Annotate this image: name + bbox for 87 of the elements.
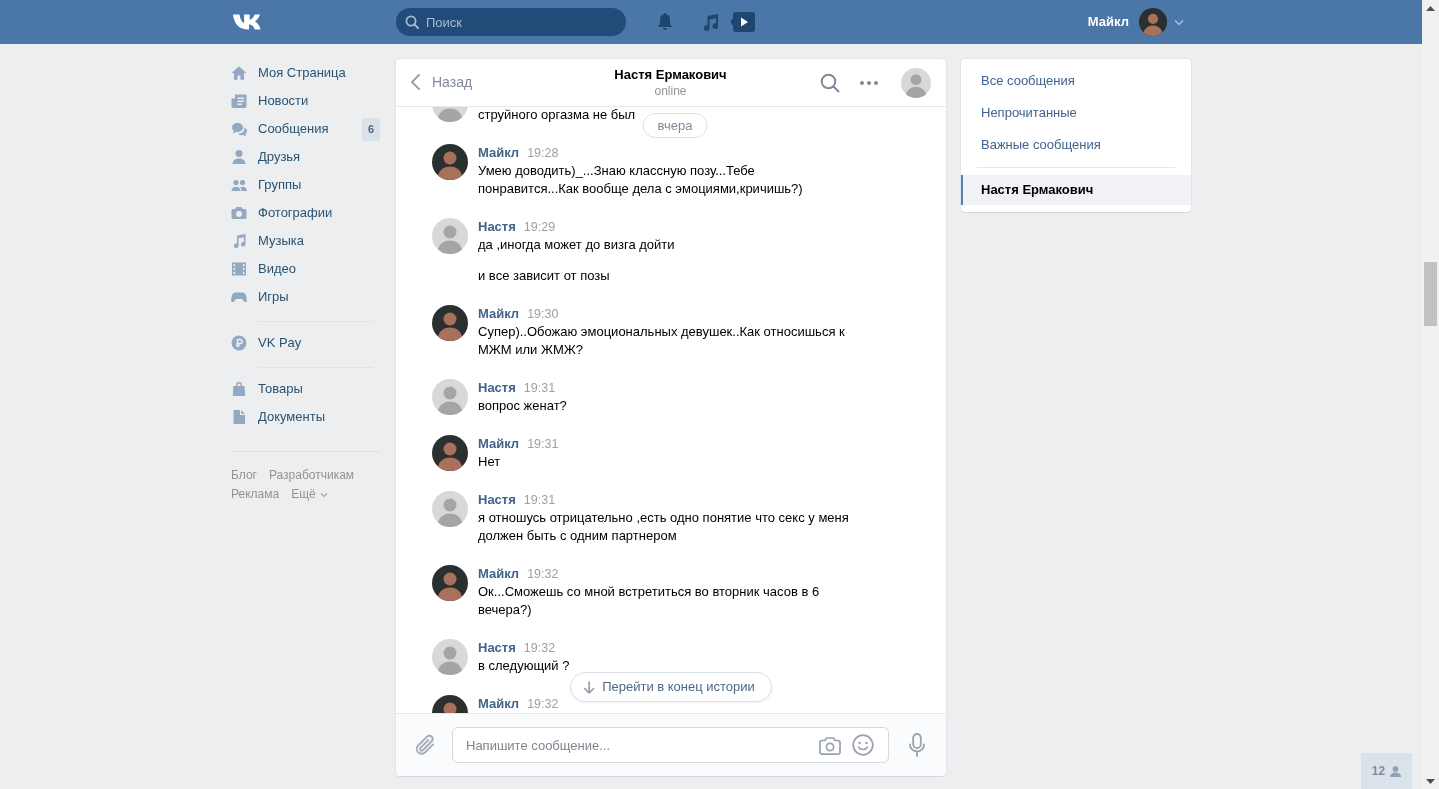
user-name[interactable]: Майкл — [1087, 13, 1129, 31]
scroll-up-icon[interactable] — [1426, 6, 1435, 11]
sender-name[interactable]: Настя — [478, 379, 516, 397]
message-text: Супер)..Обожаю эмоциональных девушек..Как относишься к МЖМ или ЖМЖ? — [478, 323, 846, 359]
message-text: в следующий ? — [478, 657, 570, 675]
user-avatar[interactable] — [432, 565, 468, 601]
paperclip-icon[interactable] — [414, 734, 436, 756]
message-time: 19:30 — [527, 306, 559, 323]
play-icon[interactable] — [731, 12, 755, 32]
more-icon[interactable] — [860, 80, 878, 85]
music-note-icon[interactable] — [701, 13, 719, 31]
sidebar-item[interactable]: Друзья — [231, 143, 380, 171]
sender-name[interactable]: Настя — [478, 491, 516, 509]
message-text: и все зависит от позы — [478, 267, 611, 285]
sender-name[interactable]: Майкл — [478, 695, 520, 713]
message-time: 19:29 — [523, 219, 556, 236]
date-divider: вчера — [642, 113, 708, 138]
message-text: Умею доводить)_...Знаю классную позу...Тебе понравится...Как вообще дела с эмоциями,кричишь?) — [478, 162, 804, 198]
message-text: струйного оргазма не был — [478, 107, 636, 124]
bag-icon — [231, 381, 247, 397]
message-time: 19:32 — [527, 696, 559, 713]
sidebar-item[interactable]: Группы — [231, 171, 380, 199]
sender-name[interactable]: Майкл — [478, 305, 520, 323]
sidebar-item[interactable]: Документы — [231, 403, 380, 431]
camera-icon — [231, 205, 247, 221]
sidebar-item[interactable]: Моя Страница — [231, 59, 380, 87]
unread-count-badge: 6 — [362, 117, 380, 141]
user-avatar[interactable] — [432, 305, 468, 341]
person-icon — [231, 149, 247, 165]
sender-name[interactable]: Майкл — [478, 435, 520, 453]
sender-name[interactable]: Майкл — [478, 565, 520, 583]
sidebar-item[interactable]: Музыка — [231, 227, 380, 255]
search-icon[interactable] — [820, 72, 840, 93]
message-input[interactable]: Напишите сообщение... — [452, 727, 889, 763]
sidebar-item[interactable]: Видео — [231, 255, 380, 283]
message-time: 19:32 — [527, 566, 559, 583]
message-text: да ,иногда может до визга дойти — [478, 236, 675, 254]
online-status: online — [653, 82, 688, 100]
sidebar-item[interactable]: Сообщения 6 — [231, 115, 380, 143]
message-time: 19:31 — [523, 380, 556, 397]
message-time: 19:31 — [523, 492, 556, 509]
sender-name[interactable]: Настя — [478, 639, 516, 657]
camera-icon[interactable] — [819, 735, 841, 755]
home-icon — [231, 65, 247, 81]
user-avatar[interactable] — [432, 435, 468, 471]
message-time: 19:32 — [523, 640, 556, 657]
chat-title[interactable]: Настя Ермакович — [614, 65, 727, 83]
message-text: я отношусь отрицательно ,есть одно понятие что секс у меня должен быть с одним партнером — [478, 509, 850, 545]
jump-to-end-button[interactable]: Перейти в конец истории — [570, 672, 772, 702]
message-text: Ок...Сможешь со мной встретиться во вторник часов в 6 вечера?) — [478, 583, 821, 619]
person-icon — [1390, 765, 1402, 777]
microphone-icon[interactable] — [909, 733, 925, 757]
ruble-icon — [231, 335, 247, 351]
people-icon — [231, 177, 247, 193]
scroll-down-icon[interactable] — [1426, 779, 1435, 784]
message-time: 19:28 — [527, 145, 559, 162]
chevron-down-icon[interactable] — [1174, 18, 1184, 26]
document-icon — [231, 409, 247, 425]
sidebar-item[interactable]: VK Pay — [231, 329, 380, 357]
music-note-icon — [231, 233, 247, 249]
menu-item[interactable]: Все сообщения — [961, 65, 1191, 97]
emoji-icon[interactable] — [852, 734, 874, 756]
message-text: вопрос женат? — [478, 397, 567, 415]
menu-item[interactable]: Непрочитанные — [961, 97, 1191, 129]
chat-bubbles-icon — [231, 121, 247, 137]
sender-name[interactable]: Настя — [478, 218, 516, 236]
sender-name[interactable]: Майкл — [478, 144, 520, 162]
chevron-down-icon — [319, 491, 328, 498]
menu-item[interactable]: Важные сообщения — [961, 129, 1191, 161]
sidebar-item[interactable]: Новости — [231, 87, 380, 115]
chevron-left-icon — [410, 74, 421, 91]
back-button[interactable]: Назад — [410, 73, 473, 92]
message-text: Нет — [478, 453, 502, 471]
contact-avatar[interactable] — [901, 67, 931, 98]
sidebar-item[interactable]: Фотографии — [231, 199, 380, 227]
bell-icon[interactable] — [656, 13, 674, 31]
conversation-item[interactable]: Настя Ермакович — [961, 175, 1191, 205]
sidebar-item[interactable]: Товары — [231, 375, 380, 403]
film-icon — [231, 261, 247, 277]
sidebar-item[interactable]: Игры — [231, 283, 380, 311]
scrollbar-thumb[interactable] — [1424, 262, 1437, 326]
message-time: 19:31 — [527, 436, 559, 453]
search-icon — [405, 15, 419, 29]
user-avatar[interactable] — [432, 144, 468, 180]
arrow-down-icon — [583, 680, 596, 694]
search-field[interactable]: Поиск — [396, 8, 626, 36]
newspaper-icon — [231, 93, 247, 109]
